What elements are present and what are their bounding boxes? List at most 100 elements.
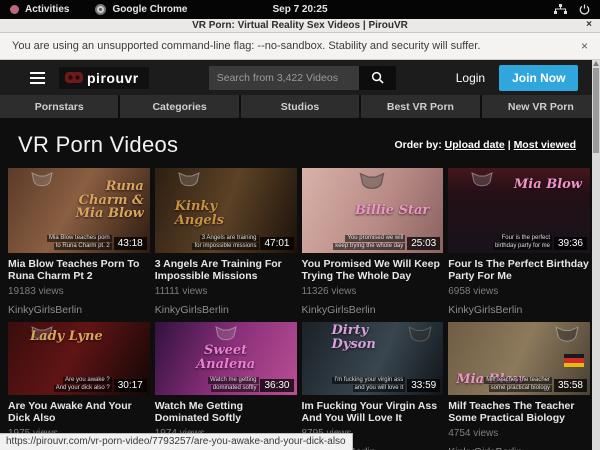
- login-link[interactable]: Login: [456, 71, 485, 85]
- video-grid: Runa Charm & Mia Blow Mia Blow teaches p…: [8, 168, 590, 450]
- view-count: 11111 views: [155, 286, 297, 297]
- video-title[interactable]: Milf Teaches The Teacher Some Practical …: [448, 400, 590, 424]
- video-card[interactable]: Billie Star You promised we willkeep try…: [302, 168, 444, 316]
- menu-item-best-vr[interactable]: Best VR Porn: [361, 95, 479, 118]
- studio-watermark-icon: [470, 171, 494, 193]
- order-by-label: Order by:: [394, 139, 441, 151]
- vr-headset-icon: [65, 72, 83, 83]
- site-logo[interactable]: pirouvr: [59, 67, 149, 89]
- video-thumbnail[interactable]: Mia Blow Four is the perfectbirthday par…: [448, 168, 590, 253]
- thumbnail-overlay-name: Lady Lyne: [30, 330, 103, 344]
- studio-watermark-icon: [177, 171, 201, 193]
- duration-badge: 33:59: [407, 379, 440, 392]
- menu-item-studios[interactable]: Studios: [241, 95, 359, 118]
- order-by-controls: Order by: Upload date | Most viewed: [394, 139, 576, 151]
- studio-link[interactable]: KinkyGirlsBerlin: [448, 446, 590, 450]
- system-top-bar: Activities Google Chrome Sep 7 20:25: [0, 0, 600, 19]
- studio-link[interactable]: KinkyGirlsBerlin: [302, 304, 444, 316]
- thumbnail-overlay-name: Dirty Dyson: [332, 324, 410, 351]
- scrollbar-thumb[interactable]: [593, 68, 599, 153]
- thumbnail-overlay-name: Mia Blow: [514, 178, 582, 192]
- thumbnail-overlay-name: Sweet Analena: [176, 344, 276, 371]
- studio-watermark-icon: [407, 325, 433, 349]
- view-count: 4754 views: [448, 428, 590, 439]
- thumbnail-caption: Are you awake ?And your dick also ?: [54, 377, 112, 392]
- video-title[interactable]: Im Fucking Your Virgin Ass And You Will …: [302, 400, 444, 424]
- window-close-icon[interactable]: ×: [586, 19, 592, 30]
- video-card[interactable]: Runa Charm & Mia Blow Mia Blow teaches p…: [8, 168, 150, 316]
- thumbnail-overlay-name: Kinky Angels: [175, 200, 253, 227]
- studio-watermark-icon: [554, 325, 580, 349]
- thumbnail-caption: 3 Angels are trainingfor impossible miss…: [192, 235, 258, 250]
- studio-watermark-icon: [30, 171, 54, 193]
- video-thumbnail[interactable]: Lady Lyne Are you awake ?And your dick a…: [8, 322, 150, 395]
- hamburger-menu-icon[interactable]: [30, 72, 45, 84]
- video-title[interactable]: Four Is The Perfect Birthday Party For M…: [448, 258, 590, 282]
- video-card[interactable]: Kinky Angels 3 Angels are trainingfor im…: [155, 168, 297, 316]
- duration-badge: 47:01: [260, 237, 293, 250]
- category-menubar: Pornstars Categories Studios Best VR Por…: [0, 95, 600, 118]
- join-now-button[interactable]: Join Now: [499, 65, 578, 91]
- duration-badge: 39:36: [554, 237, 587, 250]
- thumbnail-caption: Milf teaches the teachersome practical b…: [484, 377, 552, 392]
- duration-badge: 43:18: [114, 237, 147, 250]
- thumbnail-caption: Mia Blow teaches pornto Runa Charm pt. 2: [47, 235, 112, 250]
- order-upload-date-link[interactable]: Upload date: [445, 139, 505, 151]
- video-title[interactable]: Watch Me Getting Dominated Softly: [155, 400, 297, 424]
- search-icon: [371, 71, 384, 84]
- german-flag-icon: [564, 354, 584, 367]
- network-icon[interactable]: [554, 4, 567, 15]
- window-title: VR Porn: Virtual Reality Sex Videos | Pi…: [192, 20, 408, 31]
- chrome-infobar: You are using an unsupported command-lin…: [0, 33, 600, 60]
- video-thumbnail[interactable]: Runa Charm & Mia Blow Mia Blow teaches p…: [8, 168, 150, 253]
- status-url-tooltip: https://pirouvr.com/vr-porn-video/779325…: [0, 433, 353, 450]
- video-thumbnail[interactable]: Kinky Angels 3 Angels are trainingfor im…: [155, 168, 297, 253]
- page-title: VR Porn Videos: [18, 132, 178, 158]
- thumbnail-caption: I'm fucking your virgin assand you will …: [332, 377, 405, 392]
- site-navbar: pirouvr Login Join Now: [0, 60, 600, 95]
- site-logo-text: pirouvr: [87, 70, 139, 86]
- search-button[interactable]: [359, 66, 396, 90]
- video-thumbnail[interactable]: Dirty Dyson I'm fucking your virgin assa…: [302, 322, 444, 395]
- video-title[interactable]: Mia Blow Teaches Porn To Runa Charm Pt 2: [8, 258, 150, 282]
- window-title-bar[interactable]: VR Porn: Virtual Reality Sex Videos | Pi…: [0, 19, 600, 33]
- scrollbar-up-arrow-icon[interactable]: [593, 61, 599, 66]
- view-count: 19183 views: [8, 286, 150, 297]
- video-title[interactable]: 3 Angels Are Training For Impossible Mis…: [155, 258, 297, 282]
- menu-item-pornstars[interactable]: Pornstars: [0, 95, 118, 118]
- video-thumbnail[interactable]: Billie Star You promised we willkeep try…: [302, 168, 444, 253]
- video-card[interactable]: Dirty Dyson I'm fucking your virgin assa…: [302, 322, 444, 450]
- studio-link[interactable]: KinkyGirlsBerlin: [448, 304, 590, 316]
- clock[interactable]: Sep 7 20:25: [0, 4, 600, 15]
- video-title[interactable]: You Promised We Will Keep Trying The Who…: [302, 258, 444, 282]
- video-title[interactable]: Are You Awake And Your Dick Also: [8, 400, 150, 424]
- infobar-close-icon[interactable]: ×: [581, 39, 588, 53]
- video-thumbnail[interactable]: Sweet Analena Watch me gettingdominated …: [155, 322, 297, 395]
- studio-link[interactable]: KinkyGirlsBerlin: [8, 304, 150, 316]
- studio-link[interactable]: KinkyGirlsBerlin: [155, 304, 297, 316]
- thumbnail-overlay-name: Runa Charm & Mia Blow: [66, 180, 144, 221]
- browser-scrollbar[interactable]: [592, 60, 600, 450]
- duration-badge: 30:17: [114, 379, 147, 392]
- video-thumbnail[interactable]: Mia Blow Milf teaches the teachersome pr…: [448, 322, 590, 395]
- video-card[interactable]: Lady Lyne Are you awake ?And your dick a…: [8, 322, 150, 450]
- menu-item-categories[interactable]: Categories: [120, 95, 238, 118]
- duration-badge: 36:30: [260, 379, 293, 392]
- infobar-message: You are using an unsupported command-lin…: [12, 40, 480, 52]
- search-input[interactable]: [209, 66, 359, 90]
- menu-item-new-vr[interactable]: New VR Porn: [482, 95, 600, 118]
- thumbnail-overlay-name: Billie Star: [355, 204, 429, 218]
- view-count: 11326 views: [302, 286, 444, 297]
- duration-badge: 25:03: [407, 237, 440, 250]
- order-most-viewed-link[interactable]: Most viewed: [514, 139, 576, 151]
- video-card[interactable]: Mia Blow Milf teaches the teachersome pr…: [448, 322, 590, 450]
- power-icon[interactable]: [579, 4, 590, 15]
- view-count: 6958 views: [448, 286, 590, 297]
- thumbnail-caption: Watch me gettingdominated softly: [208, 377, 258, 392]
- thumbnail-caption: You promised we willkeep trying the whol…: [333, 235, 405, 250]
- studio-watermark-icon: [358, 171, 386, 197]
- thumbnail-caption: Four is the perfectbirthday party for me: [493, 235, 552, 250]
- video-card[interactable]: Sweet Analena Watch me gettingdominated …: [155, 322, 297, 450]
- video-card[interactable]: Mia Blow Four is the perfectbirthday par…: [448, 168, 590, 316]
- duration-badge: 35:58: [554, 379, 587, 392]
